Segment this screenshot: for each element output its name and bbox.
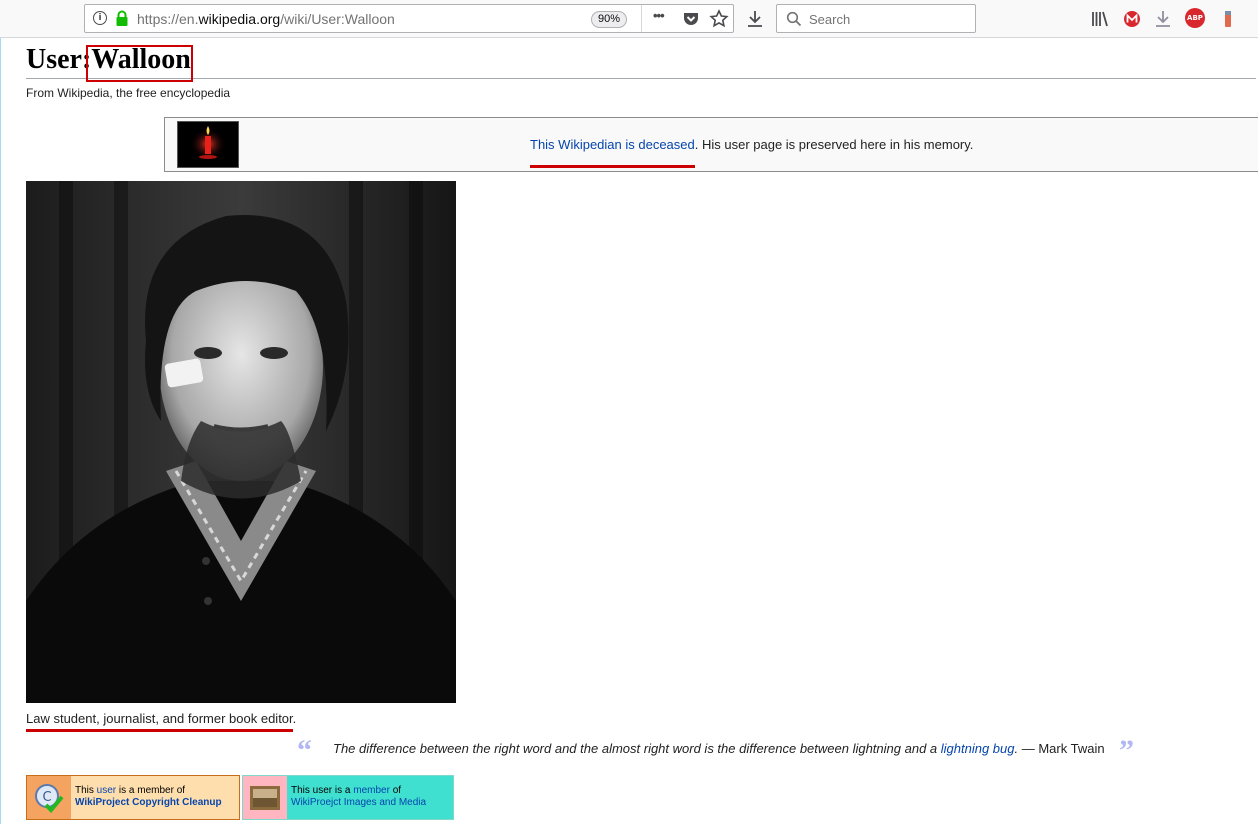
member-link[interactable]: member [353,785,390,796]
urlbar-separator [641,5,642,32]
search-icon [786,11,802,27]
quote-block: “ The difference between the right word … [297,734,1147,767]
annotation-underline [26,729,293,732]
site-tagline: From Wikipedia, the free encyclopedia [26,86,231,100]
wikiproject-images-link[interactable]: WikiProejct Images and Media [291,797,426,808]
userbox-text: This user is a member of WikiProejct Ima… [291,785,427,808]
url-text[interactable]: https://en.wikipedia.org/wiki/User:Wallo… [137,11,395,27]
lightning-bug-link[interactable]: lightning bug [941,741,1015,756]
info-icon[interactable]: i [93,11,107,25]
user-link[interactable]: user [97,785,116,796]
browser-toolbar: i https://en.wikipedia.org/wiki/User:Wal… [0,0,1258,38]
page-title: User:Walloon [26,44,1256,79]
page-actions-icon[interactable]: ••• [653,8,673,28]
photo-caption: Law student, journalist, and former book… [26,711,297,726]
url-bar[interactable]: i https://en.wikipedia.org/wiki/User:Wal… [84,4,734,33]
zoom-indicator[interactable]: 90% [591,11,628,28]
open-quote-mark: “ [297,734,312,767]
library-icon[interactable] [1089,8,1111,30]
title-highlight-box [86,45,193,82]
userbox-copyright-cleanup: C This user is a member of WikiProject C… [26,775,240,820]
download-arrow-icon[interactable] [1152,8,1174,30]
picture-frame-icon [243,776,287,819]
lock-icon[interactable] [115,10,129,27]
extension-icon[interactable] [1217,8,1239,30]
memorial-notice: This Wikipedian is deceased. His user pa… [164,117,1258,172]
candle-icon [177,121,239,168]
search-placeholder: Search [809,12,851,27]
memorial-message: This Wikipedian is deceased. His user pa… [530,137,974,152]
userbox-text: This user is a member of WikiProject Cop… [75,785,222,808]
annotation-underline [530,165,695,168]
search-input[interactable]: Search [776,4,976,33]
page-content: User:Walloon From Wikipedia, the free en… [0,38,1258,824]
downloads-icon[interactable] [744,8,766,30]
deceased-link[interactable]: This Wikipedian is deceased [530,137,695,152]
pocket-icon[interactable] [681,9,701,29]
quote-text: The difference between the right word an… [333,741,1105,756]
adblock-icon[interactable]: ABP [1185,8,1205,28]
bookmark-star-icon[interactable] [709,9,729,29]
quote-attribution: — Mark Twain [1018,741,1105,756]
mega-extension-icon[interactable] [1121,8,1143,30]
close-quote-mark: ” [1119,734,1134,767]
copyright-check-icon: C [27,776,71,819]
userbox-images-media: This user is a member of WikiProejct Ima… [242,775,454,820]
svg-text:C: C [42,790,51,805]
user-photo[interactable] [26,181,456,703]
wikiproject-copyright-link[interactable]: WikiProject Copyright Cleanup [75,797,222,808]
